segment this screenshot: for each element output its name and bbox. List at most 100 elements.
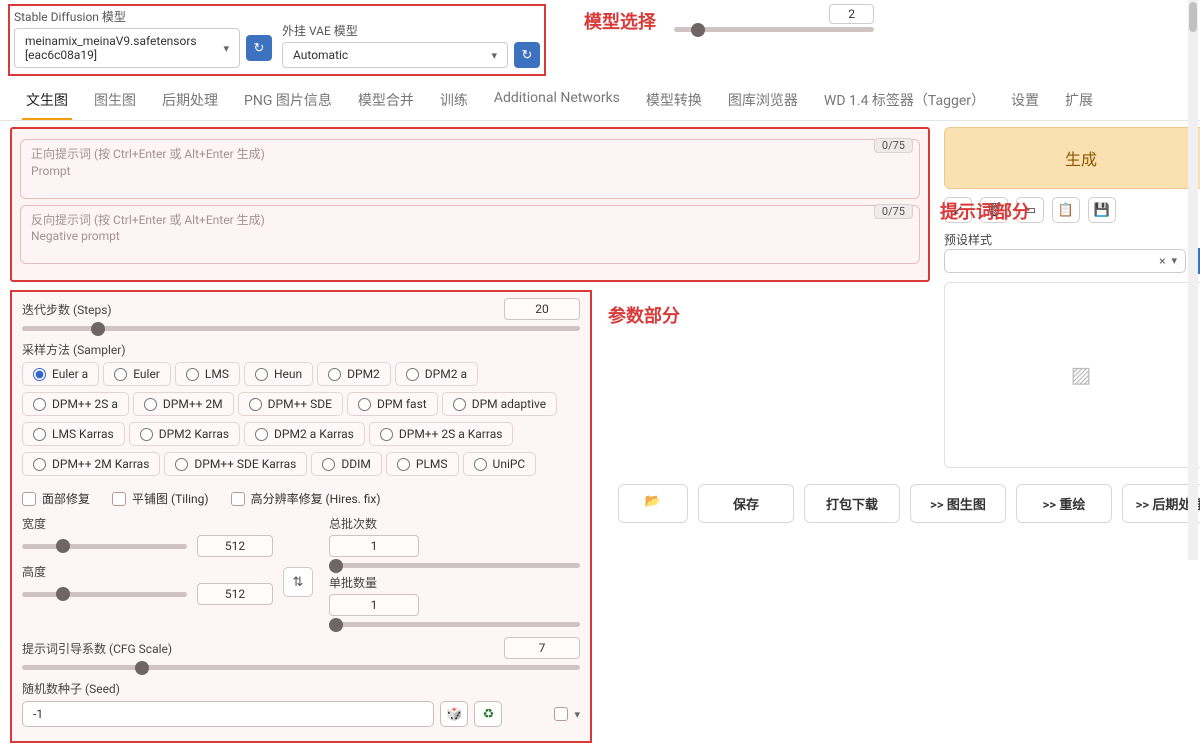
sampler-ddim[interactable]: DDIM bbox=[311, 452, 382, 476]
seed-label: 随机数种子 (Seed) bbox=[22, 680, 580, 697]
prompt-neg-placeholder1: 反向提示词 (按 Ctrl+Enter 或 Alt+Enter 生成) bbox=[31, 212, 909, 229]
sampler-dpm-2s-a[interactable]: DPM++ 2S a bbox=[22, 392, 129, 416]
sampler-group: Euler aEulerLMSHeunDPM2DPM2 aDPM++ 2S aD… bbox=[22, 358, 580, 478]
tab-8[interactable]: 图库浏览器 bbox=[724, 86, 802, 120]
action-button-0[interactable]: 保存 bbox=[698, 484, 794, 523]
height-slider[interactable] bbox=[22, 592, 187, 597]
clip-skip-wrap: 2 bbox=[674, 4, 874, 32]
annot-model: 模型选择 bbox=[584, 8, 656, 34]
chevron-down-icon: ▾ bbox=[223, 42, 229, 55]
refresh-sd-model-button[interactable]: ↻ bbox=[246, 35, 272, 61]
vae-model-value: Automatic bbox=[293, 48, 348, 62]
sd-model-label: Stable Diffusion 模型 bbox=[14, 8, 272, 25]
action-row: 📂保存打包下载>> 图生图>> 重绘>> 后期处理 bbox=[618, 484, 1200, 523]
clipboard-icon[interactable]: 📋 bbox=[1052, 197, 1080, 223]
cfg-label: 提示词引导系数 (CFG Scale) bbox=[22, 640, 172, 657]
sampler-euler-a[interactable]: Euler a bbox=[22, 362, 99, 386]
cfg-value[interactable]: 7 bbox=[504, 637, 580, 659]
seed-extra-check[interactable] bbox=[554, 707, 568, 721]
cfg-slider[interactable] bbox=[22, 665, 580, 670]
image-placeholder-icon: ▨ bbox=[1071, 363, 1092, 388]
sampler-heun[interactable]: Heun bbox=[244, 362, 313, 386]
tab-9[interactable]: WD 1.4 标签器（Tagger） bbox=[820, 86, 989, 120]
batch-size-value[interactable]: 1 bbox=[329, 594, 419, 616]
batch-size-label: 单批数量 bbox=[329, 574, 580, 591]
tab-4[interactable]: 模型合并 bbox=[354, 86, 418, 120]
chevron-down-icon: ▾ bbox=[1171, 254, 1177, 268]
action-button-1[interactable]: 打包下载 bbox=[804, 484, 900, 523]
width-slider[interactable] bbox=[22, 544, 187, 549]
height-value[interactable]: 512 bbox=[197, 583, 273, 605]
sampler-dpm-2m[interactable]: DPM++ 2M bbox=[133, 392, 234, 416]
steps-value[interactable]: 20 bbox=[504, 298, 580, 320]
vae-model-select[interactable]: Automatic ▾ bbox=[282, 42, 508, 68]
tab-2[interactable]: 后期处理 bbox=[158, 86, 222, 120]
clip-skip-value[interactable]: 2 bbox=[829, 4, 874, 24]
refresh-vae-button[interactable]: ↻ bbox=[514, 42, 540, 68]
steps-label: 迭代步数 (Steps) bbox=[22, 301, 112, 318]
check-hires-fix[interactable]: 高分辨率修复 (Hires. fix) bbox=[231, 490, 381, 507]
sampler-label: 采样方法 (Sampler) bbox=[22, 341, 580, 358]
sampler-dpm-2m-karras[interactable]: DPM++ 2M Karras bbox=[22, 452, 160, 476]
prompt-pos-placeholder2: Prompt bbox=[31, 163, 909, 180]
open-folder-button[interactable]: 📂 bbox=[618, 484, 688, 523]
swap-wh-button[interactable]: ⇅ bbox=[283, 567, 313, 597]
sampler-dpm-fast[interactable]: DPM fast bbox=[347, 392, 438, 416]
scrollbar[interactable] bbox=[1188, 0, 1198, 560]
preset-select[interactable]: × ▾ bbox=[944, 249, 1186, 273]
clip-skip-slider[interactable] bbox=[674, 27, 874, 32]
tab-7[interactable]: 模型转换 bbox=[642, 86, 706, 120]
tab-5[interactable]: 训练 bbox=[436, 86, 472, 120]
seed-random-button[interactable]: 🎲 bbox=[440, 701, 468, 727]
save-icon[interactable]: 💾 bbox=[1088, 197, 1116, 223]
preset-clear-icon[interactable]: × bbox=[1159, 254, 1165, 268]
checks: 面部修复 平铺图 (Tiling) 高分辨率修复 (Hires. fix) bbox=[22, 484, 580, 515]
tab-1[interactable]: 图生图 bbox=[90, 86, 140, 120]
seed-reuse-button[interactable]: ♻ bbox=[474, 701, 502, 727]
width-label: 宽度 bbox=[22, 515, 273, 532]
annot-params: 参数部分 bbox=[608, 302, 680, 328]
tab-11[interactable]: 扩展 bbox=[1061, 86, 1097, 120]
batch-size-slider[interactable] bbox=[329, 622, 580, 627]
action-button-3[interactable]: >> 重绘 bbox=[1016, 484, 1112, 523]
tab-0[interactable]: 文生图 bbox=[22, 86, 72, 120]
generate-button[interactable]: 生成 bbox=[944, 127, 1200, 189]
check-face-restore[interactable]: 面部修复 bbox=[22, 490, 90, 507]
sampler-dpm2-a-karras[interactable]: DPM2 a Karras bbox=[244, 422, 365, 446]
batch-count-value[interactable]: 1 bbox=[329, 535, 419, 557]
seed-expand-icon[interactable]: ▾ bbox=[574, 708, 580, 721]
model-select-box: Stable Diffusion 模型 meinamix_meinaV9.saf… bbox=[8, 4, 546, 76]
prompt-neg-placeholder2: Negative prompt bbox=[31, 228, 909, 245]
sampler-euler[interactable]: Euler bbox=[103, 362, 171, 386]
width-value[interactable]: 512 bbox=[197, 535, 273, 557]
prompt-positive[interactable]: 0/75 正向提示词 (按 Ctrl+Enter 或 Alt+Enter 生成)… bbox=[20, 139, 920, 199]
tab-6[interactable]: Additional Networks bbox=[490, 86, 624, 120]
sampler-lms[interactable]: LMS bbox=[175, 362, 240, 386]
sampler-dpm-sde[interactable]: DPM++ SDE bbox=[238, 392, 343, 416]
sampler-dpm2[interactable]: DPM2 bbox=[317, 362, 391, 386]
sampler-dpm2-a[interactable]: DPM2 a bbox=[395, 362, 478, 386]
scrollbar-thumb[interactable] bbox=[1189, 2, 1197, 32]
params-section: 迭代步数 (Steps) 20 采样方法 (Sampler) Euler aEu… bbox=[10, 290, 592, 743]
sd-model-select[interactable]: meinamix_meinaV9.safetensors [eac6c08a19… bbox=[14, 28, 240, 68]
sampler-lms-karras[interactable]: LMS Karras bbox=[22, 422, 125, 446]
prompt-neg-counter: 0/75 bbox=[874, 204, 913, 219]
sampler-plms[interactable]: PLMS bbox=[386, 452, 459, 476]
sampler-dpm-2s-a-karras[interactable]: DPM++ 2S a Karras bbox=[369, 422, 514, 446]
sampler-dpm-adaptive[interactable]: DPM adaptive bbox=[442, 392, 557, 416]
prompt-section: 0/75 正向提示词 (按 Ctrl+Enter 或 Alt+Enter 生成)… bbox=[10, 127, 930, 282]
tabs: 文生图图生图后期处理 PNG 图片信息模型合并训练 Additional Netwo… bbox=[0, 82, 1200, 121]
sampler-dpm2-karras[interactable]: DPM2 Karras bbox=[129, 422, 240, 446]
batch-count-slider[interactable] bbox=[329, 563, 580, 568]
sampler-unipc[interactable]: UniPC bbox=[463, 452, 537, 476]
height-label: 高度 bbox=[22, 563, 273, 580]
tab-10[interactable]: 设置 bbox=[1007, 86, 1043, 120]
sampler-dpm-sde-karras[interactable]: DPM++ SDE Karras bbox=[164, 452, 307, 476]
action-button-2[interactable]: >> 图生图 bbox=[910, 484, 1006, 523]
seed-input[interactable]: -1 bbox=[22, 701, 434, 727]
prompt-negative[interactable]: 0/75 反向提示词 (按 Ctrl+Enter 或 Alt+Enter 生成)… bbox=[20, 205, 920, 265]
tab-3[interactable]: PNG 图片信息 bbox=[240, 86, 336, 120]
annot-prompt: 提示词部分 bbox=[940, 198, 1030, 224]
steps-slider[interactable] bbox=[22, 326, 580, 331]
check-tiling[interactable]: 平铺图 (Tiling) bbox=[112, 490, 209, 507]
